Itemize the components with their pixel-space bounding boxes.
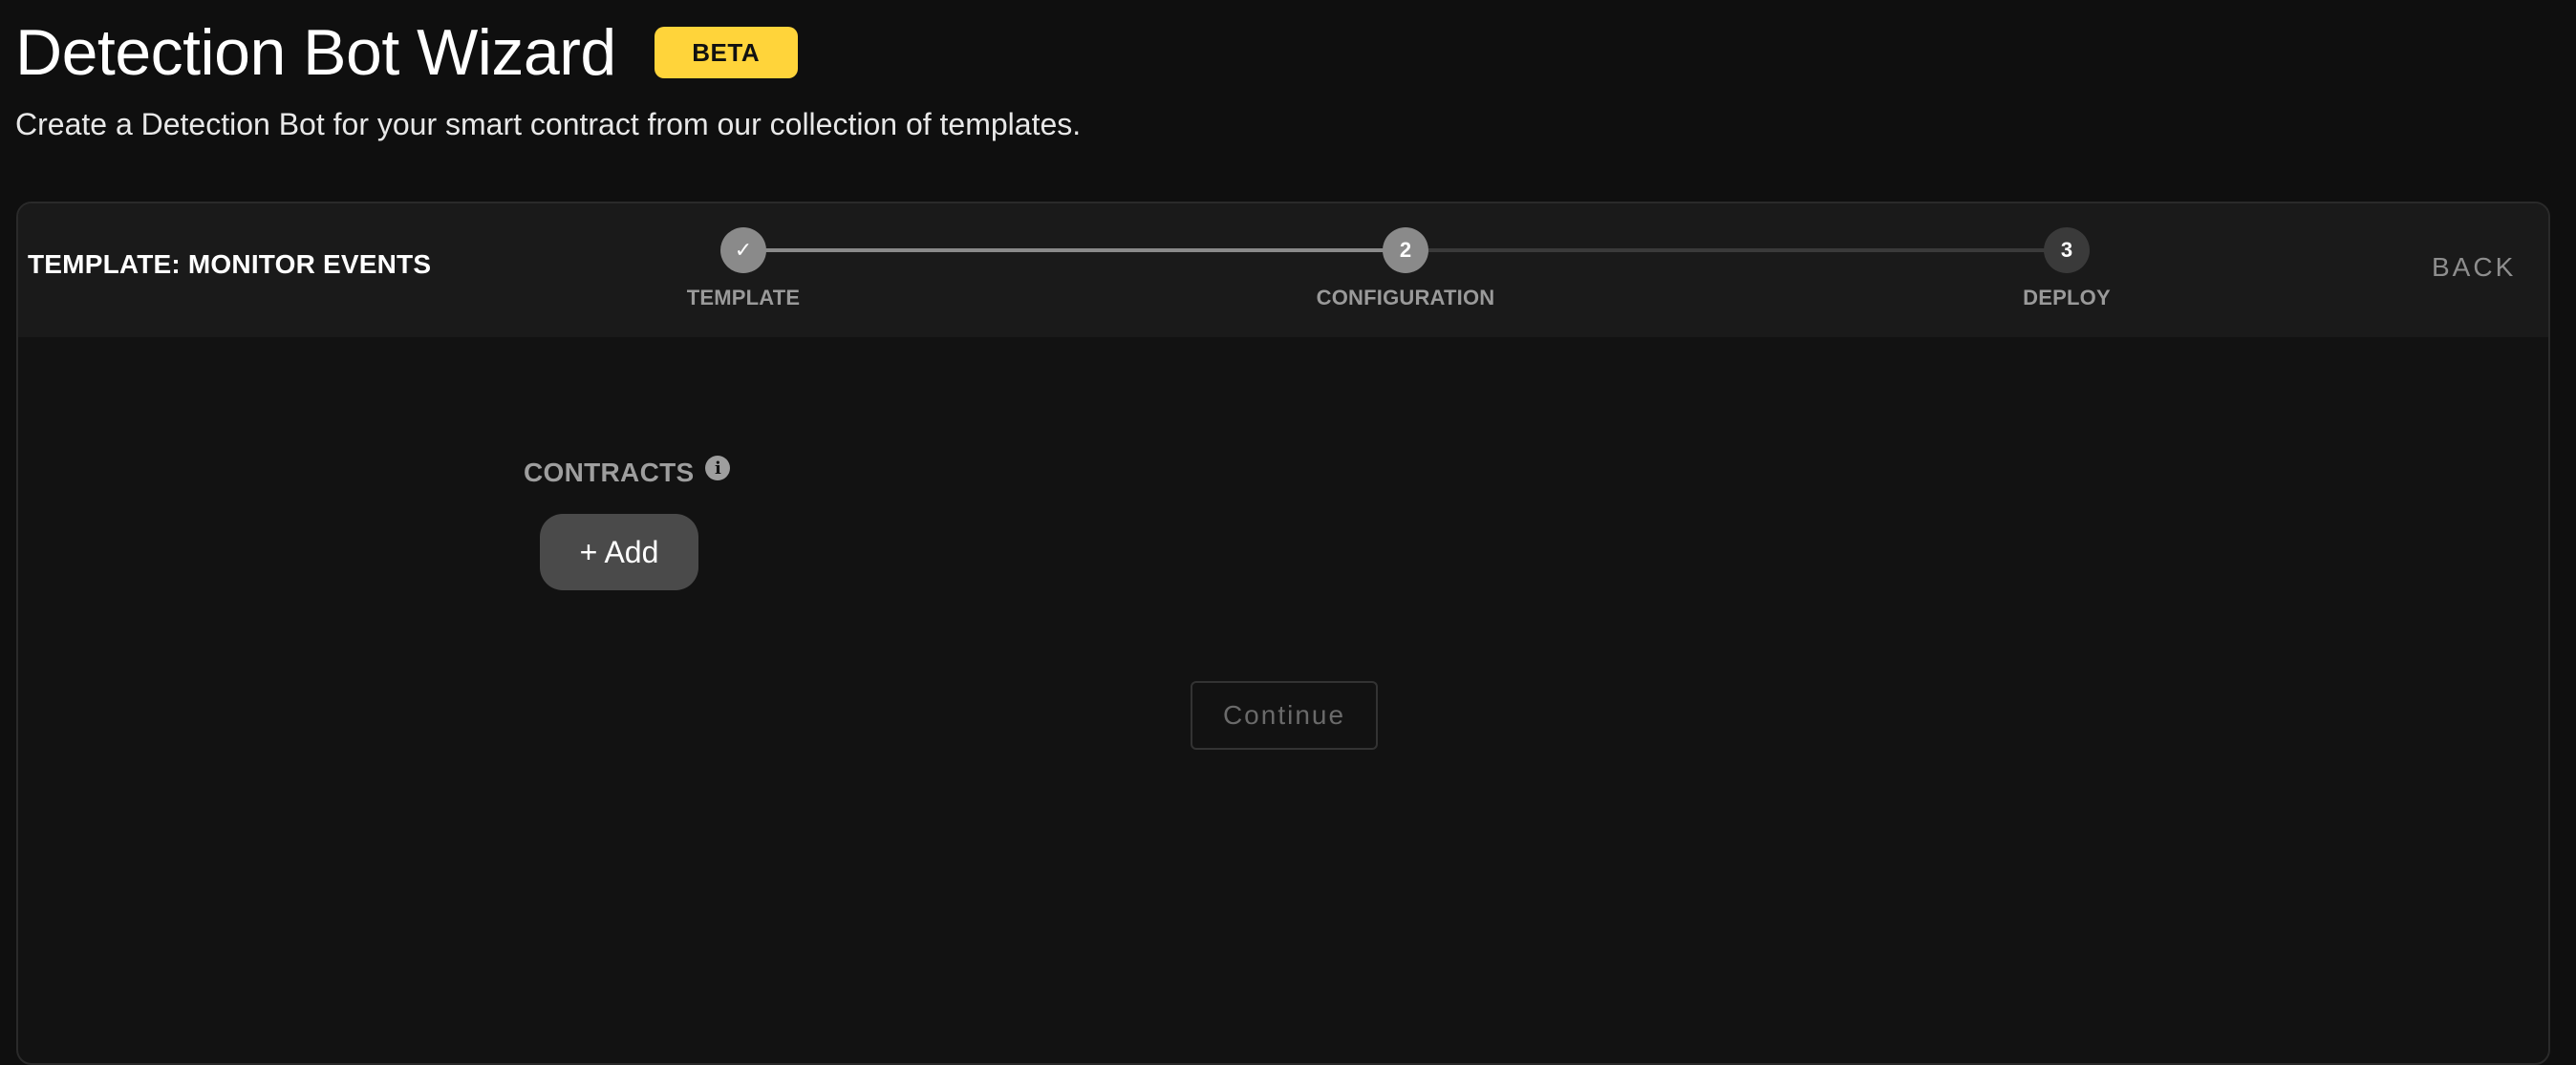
contracts-label-row: CONTRACTS i <box>524 456 731 488</box>
step-label-configuration: CONFIGURATION <box>1316 286 1495 309</box>
beta-badge: BETA <box>654 27 798 78</box>
back-button[interactable]: BACK <box>2426 251 2522 284</box>
page-title: Detection Bot Wizard <box>15 16 616 89</box>
wizard-header: TEMPLATE: MONITOR EVENTS ✓ 2 3 TEMPLATE … <box>18 203 2548 337</box>
continue-button[interactable]: Continue <box>1191 681 1378 750</box>
page-header: Detection Bot Wizard BETA Create a Detec… <box>15 13 1081 142</box>
template-name: TEMPLATE: MONITOR EVENTS <box>28 249 432 279</box>
page-subtitle: Create a Detection Bot for your smart co… <box>15 107 1082 141</box>
info-icon[interactable]: i <box>705 456 731 480</box>
stepper-line-completed <box>744 248 1406 252</box>
step-label-template: TEMPLATE <box>686 286 801 309</box>
step-template-check-icon: ✓ <box>720 227 766 273</box>
contracts-label: CONTRACTS <box>524 458 695 487</box>
stepper-line-pending <box>1406 248 2067 252</box>
step-label-deploy: DEPLOY <box>2023 286 2111 309</box>
step-deploy-number: 3 <box>2044 227 2090 273</box>
step-configuration-number: 2 <box>1383 227 1428 273</box>
add-contract-button[interactable]: + Add <box>540 514 698 590</box>
wizard-card: TEMPLATE: MONITOR EVENTS ✓ 2 3 TEMPLATE … <box>16 202 2550 1065</box>
title-row: Detection Bot Wizard BETA <box>15 13 1081 92</box>
